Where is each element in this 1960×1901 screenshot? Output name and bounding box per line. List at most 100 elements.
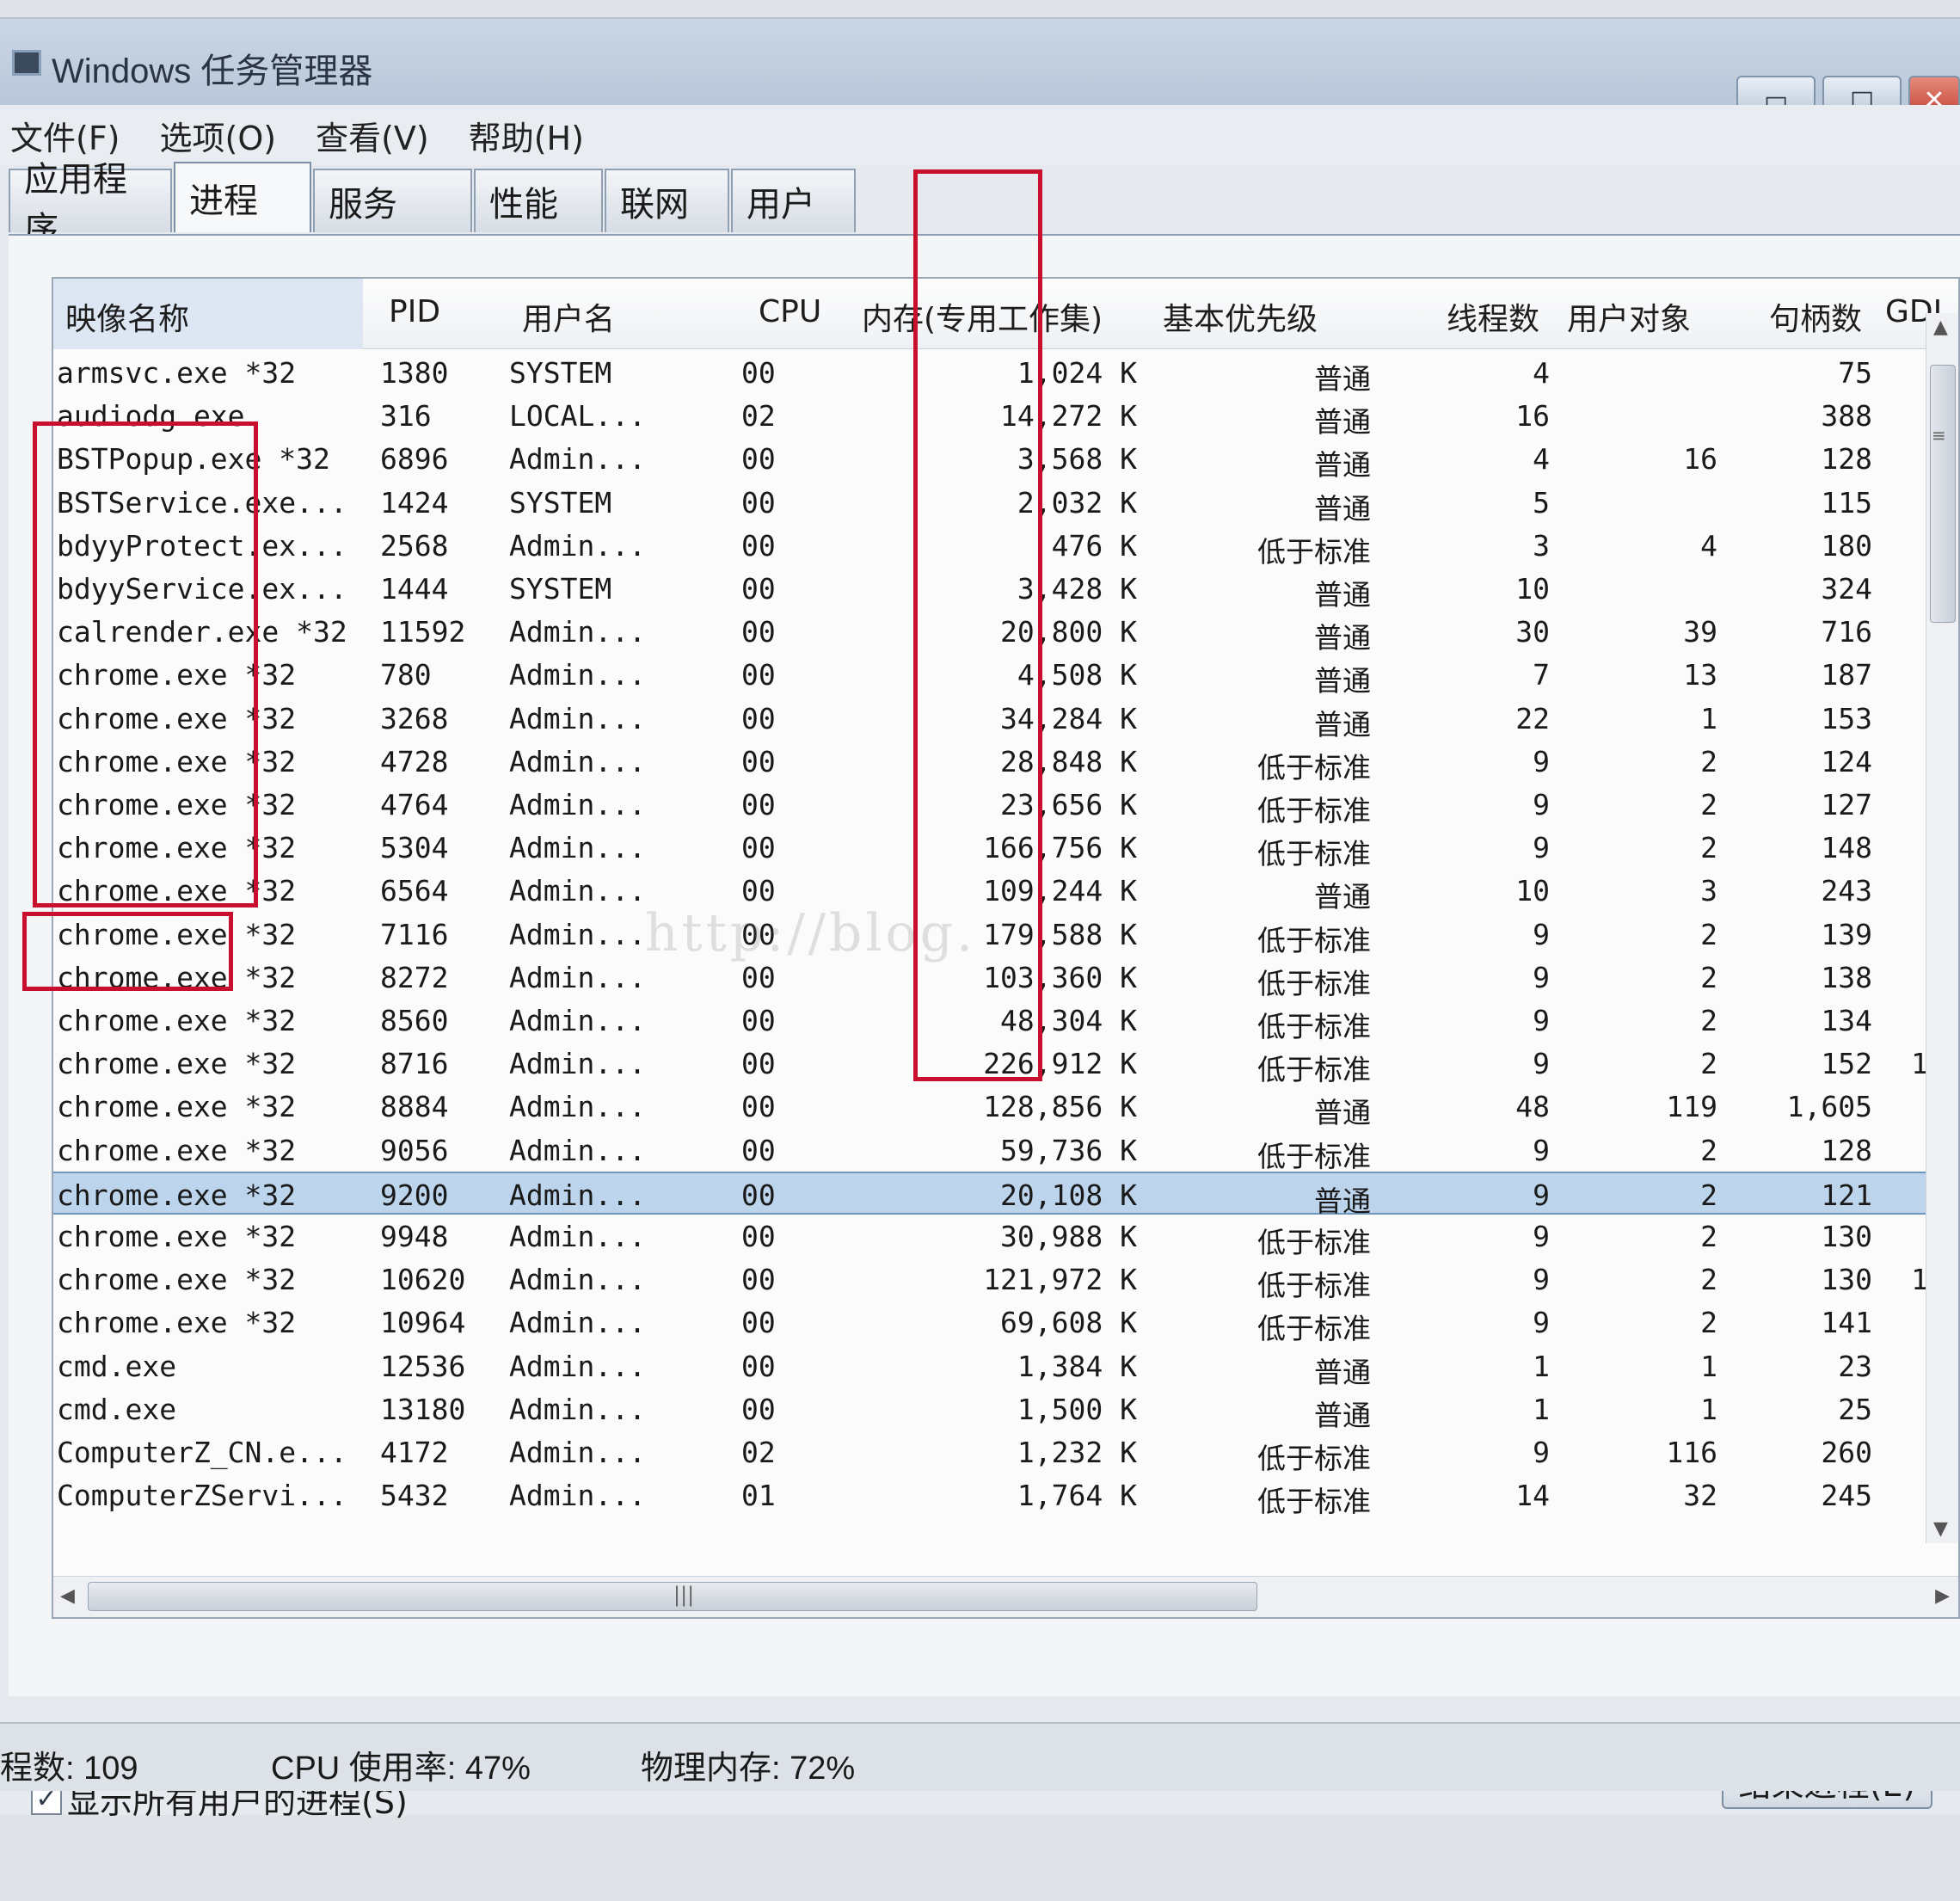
process-threads: 1 [1533, 1393, 1550, 1426]
process-handles: 187 [1821, 658, 1872, 692]
tab-applications[interactable]: 应用程序 [9, 160, 172, 249]
process-pid: 1380 [380, 356, 449, 390]
process-priority: 低于标准 [1257, 794, 1371, 827]
process-handles: 260 [1821, 1436, 1872, 1469]
process-user-objects: 13 [1683, 658, 1717, 692]
table-row[interactable]: cmd.exe 13180 Admin... 00 1,500 K 普通 1 1 25 [53, 1387, 1928, 1432]
process-threads: 9 [1533, 1047, 1550, 1080]
process-handles: 128 [1821, 1134, 1872, 1167]
process-threads: 9 [1533, 1436, 1550, 1469]
process-memory: 1,764 K [1017, 1479, 1137, 1512]
process-cpu: 00 [741, 1004, 776, 1037]
table-row[interactable]: ComputerZServi... 5432 Admin... 01 1,764 K 低于… [53, 1473, 1928, 1518]
table-row[interactable]: ComputerZ_CN.e... 4172 Admin... 02 1,232 K 低于… [53, 1430, 1928, 1475]
highlight-box-threads [913, 169, 1042, 1081]
process-memory: 128,856 K [983, 1090, 1137, 1123]
table-row[interactable]: cmd.exe 12536 Admin... 00 1,384 K 普通 1 1 23 [53, 1344, 1928, 1389]
process-priority: 普通 [1314, 1399, 1371, 1432]
process-name: cmd.exe [57, 1350, 177, 1383]
process-name: chrome.exe *32 [57, 1306, 297, 1339]
process-cpu: 00 [741, 745, 776, 778]
tab-performance[interactable]: 性能 [474, 169, 603, 232]
process-pid: 8716 [380, 1047, 449, 1080]
process-cpu: 00 [741, 1047, 776, 1080]
column-header-name[interactable]: 映像名称 [53, 279, 363, 349]
process-name: ComputerZServi... [57, 1479, 347, 1512]
process-user: Admin... [509, 1134, 646, 1167]
process-user-objects: 2 [1700, 788, 1717, 821]
process-priority: 普通 [1314, 1184, 1371, 1218]
vertical-scroll-thumb[interactable] [1930, 365, 1956, 623]
process-handles: 139 [1821, 918, 1872, 951]
table-row[interactable]: chrome.exe *32 9200 Admin... 00 20,108 K 普通 9 2… [53, 1172, 1928, 1218]
process-threads: 5 [1533, 486, 1550, 520]
status-physical-memory: 物理内存: 72% [641, 1750, 856, 1787]
column-header-handles[interactable]: 句柄数 [1769, 294, 1862, 339]
process-user: Admin... [509, 1004, 646, 1037]
process-pid: 7116 [380, 918, 449, 951]
process-threads: 4 [1533, 356, 1550, 390]
process-memory: 69,608 K [1000, 1306, 1137, 1339]
tab-networking[interactable]: 联网 [605, 169, 729, 232]
tab-services[interactable]: 服务 [313, 169, 472, 232]
process-user-objects: 119 [1666, 1090, 1717, 1123]
menu-view[interactable]: 查看(V) [316, 112, 429, 159]
process-priority: 低于标准 [1257, 967, 1371, 1000]
process-handles: 1,605 [1786, 1090, 1872, 1123]
process-user-objects: 2 [1700, 745, 1717, 778]
scroll-right-icon[interactable]: ▶ [1935, 1585, 1950, 1607]
menu-help[interactable]: 帮助(H) [469, 112, 584, 159]
column-header-user-objects[interactable]: 用户对象 [1567, 294, 1691, 339]
horizontal-scrollbar[interactable]: ◀ ||| ▶ [53, 1576, 1958, 1617]
vertical-scrollbar[interactable]: ▲ ≡ ▼ [1926, 313, 1958, 1543]
process-user: Admin... [509, 529, 646, 563]
column-header-user[interactable]: 用户名 [522, 294, 615, 339]
process-memory: 59,736 K [1000, 1134, 1137, 1167]
column-header-cpu[interactable]: CPU [759, 294, 821, 329]
process-name: chrome.exe *32 [57, 1178, 297, 1212]
process-priority: 低于标准 [1257, 1140, 1371, 1173]
process-memory: 121,972 K [983, 1263, 1137, 1296]
tab-processes[interactable]: 进程 [174, 162, 311, 232]
scroll-up-icon[interactable]: ▲ [1933, 317, 1948, 338]
process-user: Admin... [509, 1479, 646, 1512]
process-pid: 12536 [380, 1350, 466, 1383]
table-row[interactable]: chrome.exe *32 8884 Admin... 00 128,856 K 普通 4… [53, 1085, 1928, 1129]
process-cpu: 00 [741, 874, 776, 907]
process-pid: 10620 [380, 1263, 466, 1296]
process-name: ComputerZ_CN.e... [57, 1436, 347, 1469]
process-priority: 普通 [1314, 1356, 1371, 1389]
table-row[interactable]: chrome.exe *32 10964 Admin... 00 69,608 K 低于标… [53, 1301, 1928, 1345]
process-user-objects: 16 [1683, 442, 1717, 476]
table-row[interactable]: chrome.exe *32 9948 Admin... 00 30,988 K 低于标准… [53, 1215, 1928, 1259]
process-priority: 普通 [1314, 448, 1371, 482]
process-priority: 低于标准 [1257, 924, 1371, 957]
status-process-count: 程数: 109 [0, 1750, 138, 1787]
process-user: Admin... [509, 1436, 646, 1469]
process-priority: 低于标准 [1257, 837, 1371, 871]
process-cpu: 00 [741, 572, 776, 606]
scroll-left-icon[interactable]: ◀ [60, 1585, 75, 1607]
process-cpu: 00 [741, 529, 776, 563]
process-pid: 8560 [380, 1004, 449, 1037]
menu-options[interactable]: 选项(O) [160, 112, 277, 159]
process-pid: 6564 [380, 874, 449, 907]
process-cpu: 00 [741, 658, 776, 692]
table-row[interactable]: chrome.exe *32 10620 Admin... 00 121,972 K 低于… [53, 1258, 1928, 1302]
column-header-pid[interactable]: PID [389, 294, 440, 329]
process-threads: 9 [1533, 918, 1550, 951]
process-threads: 9 [1533, 831, 1550, 864]
process-user-objects: 1 [1700, 702, 1717, 735]
scroll-down-icon[interactable]: ▼ [1933, 1518, 1948, 1540]
process-handles: 130 [1821, 1263, 1872, 1296]
table-row[interactable]: chrome.exe *32 9056 Admin... 00 59,736 K 低于标准… [53, 1129, 1928, 1173]
process-threads: 3 [1533, 529, 1550, 563]
process-priority: 低于标准 [1257, 1010, 1371, 1043]
horizontal-scroll-thumb[interactable]: ||| [88, 1582, 1257, 1611]
process-name: chrome.exe *32 [57, 1090, 297, 1123]
process-cpu: 00 [741, 442, 776, 476]
column-header-threads[interactable]: 线程数 [1447, 294, 1539, 339]
column-header-priority[interactable]: 基本优先级 [1163, 294, 1318, 339]
tab-users[interactable]: 用户 [731, 169, 856, 232]
process-name: cmd.exe [57, 1393, 177, 1426]
